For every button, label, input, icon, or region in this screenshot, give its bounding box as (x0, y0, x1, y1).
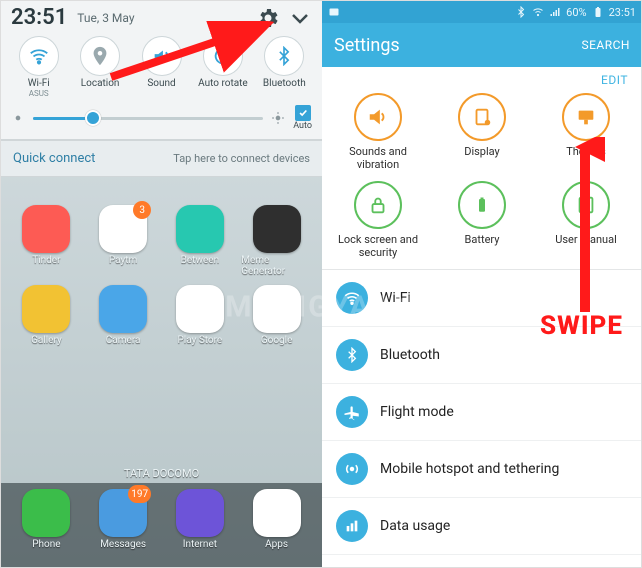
quick-toggle-label: Auto rotate (198, 78, 248, 89)
wifi-status-icon (532, 6, 544, 18)
cat-user-manual[interactable]: ? User manual (536, 181, 636, 259)
sun-max-icon (271, 111, 285, 125)
status-time: 23:51 (609, 6, 636, 19)
sun-min-icon (11, 111, 25, 125)
quick-toggle-bluetooth[interactable]: Bluetooth (257, 36, 312, 99)
cat-display[interactable]: Display (432, 93, 532, 171)
settings-header: Settings SEARCH (322, 23, 642, 67)
battery-percent: 60% (566, 6, 586, 19)
app-paytm[interactable]: 3Paytm (88, 205, 159, 277)
quick-connect-hint: Tap here to connect devices (173, 152, 310, 165)
quick-toggle-sound[interactable]: Sound (134, 36, 189, 99)
list-item-sim-manager[interactable]: SIM card manager (322, 555, 642, 568)
svg-text:?: ? (584, 202, 588, 212)
list-item-hotspot[interactable]: Mobile hotspot and tethering (322, 441, 642, 498)
list-item-wifi[interactable]: Wi-Fi (322, 270, 642, 327)
quick-connect-bar[interactable]: Quick connect Tap here to connect device… (1, 140, 322, 177)
quick-connect-title: Quick connect (13, 151, 95, 166)
app-phone[interactable]: Phone (11, 489, 82, 550)
app-google[interactable]: Google (241, 285, 312, 346)
quick-toggle-label: Sound (147, 78, 175, 89)
list-item-bluetooth[interactable]: Bluetooth (322, 327, 642, 384)
search-button[interactable]: SEARCH (581, 38, 630, 52)
app-apps-drawer[interactable]: Apps (241, 489, 312, 550)
settings-list: Wi-Fi Bluetooth Flight mode Mobile hotsp… (322, 270, 642, 568)
list-item-flight-mode[interactable]: Flight mode (322, 384, 642, 441)
cat-lock-security[interactable]: Lock screen and security (328, 181, 428, 259)
app-camera[interactable]: Camera (88, 285, 159, 346)
notification-badge: 3 (133, 201, 151, 219)
status-bar: 60% 23:51 (322, 1, 642, 23)
app-between[interactable]: Between (165, 205, 236, 277)
app-tinder[interactable]: Tinder (11, 205, 82, 277)
checkbox-checked-icon (295, 105, 311, 121)
chevron-down-icon[interactable] (288, 6, 312, 30)
app-internet[interactable]: Internet (165, 489, 236, 550)
app-gallery[interactable]: Gallery (11, 285, 82, 346)
brightness-row: Auto (1, 99, 322, 139)
quick-toggle-label: Wi-Fi (28, 78, 50, 89)
settings-category-grid: Sounds and vibration Display Themes Lock… (322, 87, 642, 270)
list-item-data-usage[interactable]: Data usage (322, 498, 642, 555)
clock-date: Tue, 3 May (77, 11, 134, 25)
cat-themes[interactable]: Themes (536, 93, 636, 171)
signal-status-icon (549, 6, 561, 18)
cat-sounds-vibration[interactable]: Sounds and vibration (328, 93, 428, 171)
battery-status-icon (592, 6, 604, 18)
page-title: Settings (334, 35, 400, 56)
notification-shade: 23:51 Tue, 3 May Wi-Fi ASUS Loc (1, 1, 322, 140)
quick-toggle-rotate[interactable]: Auto rotate (195, 36, 250, 99)
auto-label: Auto (293, 121, 312, 131)
carrier-label: TATA DOCOMO (1, 464, 322, 483)
gear-icon[interactable] (256, 6, 280, 30)
dock: Phone 197Messages Internet Apps (1, 483, 322, 567)
quick-toggle-label: Bluetooth (263, 78, 306, 89)
cat-battery[interactable]: Battery (432, 181, 532, 259)
brightness-slider[interactable] (33, 108, 263, 128)
edit-button[interactable]: EDIT (601, 73, 628, 87)
app-meme-generator[interactable]: Meme Generator (241, 205, 312, 277)
quick-toggle-sub: ASUS (29, 89, 49, 99)
app-messages[interactable]: 197Messages (88, 489, 159, 550)
quick-toggle-label: Location (81, 78, 120, 89)
image-indicator-icon (328, 6, 340, 18)
notification-badge: 197 (128, 485, 151, 503)
quick-toggle-wifi[interactable]: Wi-Fi ASUS (11, 36, 66, 99)
settings-screen: 60% 23:51 Settings SEARCH EDIT Sounds an… (322, 1, 642, 567)
bluetooth-status-icon (515, 6, 527, 18)
quick-toggle-location[interactable]: Location (72, 36, 127, 99)
auto-brightness-toggle[interactable]: Auto (293, 105, 312, 131)
quick-toggle-row: Wi-Fi ASUS Location Sound Auto rotate (1, 32, 322, 99)
app-play-store[interactable]: Play Store (165, 285, 236, 346)
clock-time: 23:51 (11, 5, 67, 30)
notification-shade-screen: 23:51 Tue, 3 May Wi-Fi ASUS Loc (1, 1, 322, 567)
